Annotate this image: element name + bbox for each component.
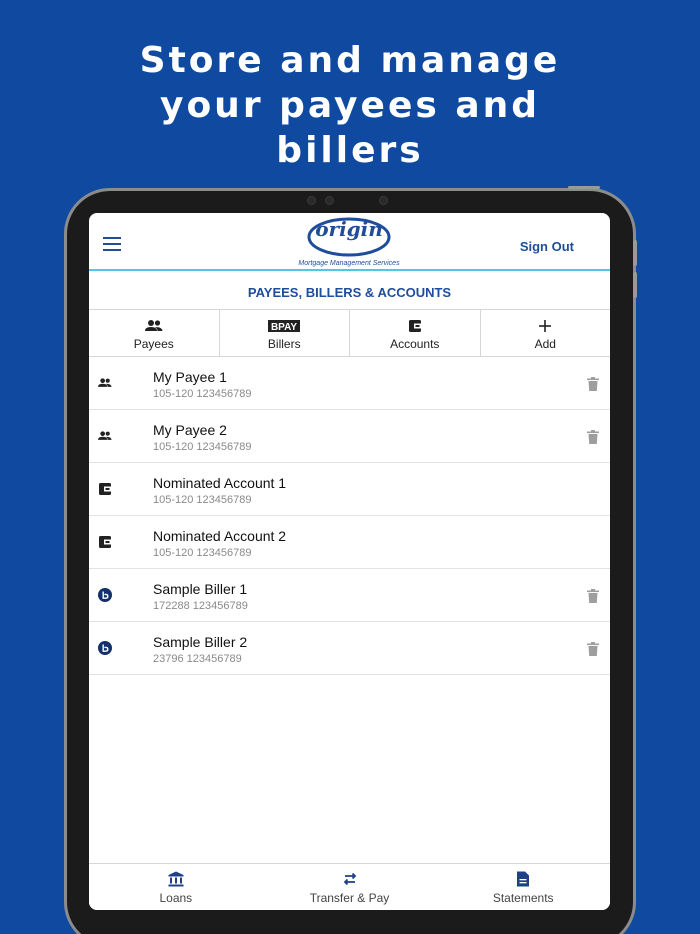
hamburger-menu-icon[interactable]	[103, 236, 123, 252]
tab-add[interactable]: Add	[481, 310, 611, 356]
volume-button-lower	[633, 272, 637, 298]
tab-billers-label: Billers	[267, 337, 301, 351]
trash-icon[interactable]	[587, 430, 599, 444]
tab-bar: Payees BPAY Billers Accounts Add	[89, 309, 610, 357]
headline-line-3: billers	[276, 130, 424, 171]
bank-icon	[168, 871, 184, 887]
headline-line-1: Store and manage	[139, 40, 561, 81]
list-item-name: Nominated Account 2	[153, 528, 287, 544]
list-item-detail: 172288 123456789	[153, 600, 248, 612]
trash-icon[interactable]	[587, 377, 599, 391]
document-icon	[517, 871, 530, 887]
bpay-icon-text: BPAY	[271, 322, 297, 333]
list-item[interactable]: Sample Biller 2 23796 123456789	[89, 622, 610, 675]
tab-payees-label: Payees	[133, 337, 174, 351]
trash-icon[interactable]	[587, 642, 599, 656]
nav-transfer-pay[interactable]: Transfer & Pay	[263, 864, 437, 910]
list-item[interactable]: My Payee 1 105-120 123456789	[89, 357, 610, 410]
headline-line-2: your payees and	[159, 85, 541, 126]
list-item[interactable]: Nominated Account 1 105-120 123456789	[89, 463, 610, 516]
bpay-icon: BPAY	[268, 320, 301, 333]
logo-subtitle: Mortgage Management Services	[298, 260, 400, 267]
list-item-detail: 105-120 123456789	[153, 494, 252, 506]
front-camera	[307, 193, 393, 207]
list-item-name: My Payee 2	[153, 422, 227, 438]
origin-logo: origin Mortgage Management Services	[294, 215, 404, 271]
list-item-name: Sample Biller 1	[153, 581, 248, 597]
nav-statements[interactable]: Statements	[436, 864, 610, 910]
payee-list: My Payee 1 105-120 123456789 My Payee 2 …	[89, 357, 610, 675]
wallet-icon	[99, 483, 111, 495]
trash-icon[interactable]	[587, 589, 599, 603]
page-title: PAYEES, BILLERS & ACCOUNTS	[247, 285, 452, 300]
people-icon	[98, 431, 112, 440]
nav-statements-label: Statements	[492, 891, 554, 905]
tab-payees[interactable]: Payees	[89, 310, 220, 356]
nav-transfer-pay-label: Transfer & Pay	[309, 891, 390, 905]
bottom-nav: Loans Transfer & Pay Statements	[89, 863, 610, 910]
nav-loans-label: Loans	[159, 891, 193, 905]
volume-button	[633, 240, 637, 266]
tab-accounts[interactable]: Accounts	[350, 310, 481, 356]
tab-add-label: Add	[534, 337, 556, 351]
sign-out-button[interactable]: Sign Out	[520, 239, 574, 254]
people-icon	[144, 320, 163, 331]
bpay-circle-icon	[98, 641, 112, 655]
tab-billers[interactable]: BPAY Billers	[220, 310, 350, 356]
power-button	[568, 186, 600, 189]
app-screen: origin Mortgage Management Services Sign…	[89, 213, 610, 910]
wallet-icon	[99, 536, 111, 548]
promo-headline: Store and manage your payees and billers	[0, 38, 700, 173]
list-item-name: Nominated Account 1	[153, 475, 287, 491]
list-item-detail: 23796 123456789	[153, 653, 242, 665]
list-item[interactable]: Nominated Account 2 105-120 123456789	[89, 516, 610, 569]
plus-icon	[539, 320, 552, 332]
list-item-name: My Payee 1	[153, 369, 227, 385]
logo-text: origin	[315, 217, 383, 241]
bpay-circle-icon	[98, 588, 112, 602]
list-item-detail: 105-120 123456789	[153, 547, 252, 559]
list-item-detail: 105-120 123456789	[153, 441, 252, 453]
list-item-name: Sample Biller 2	[153, 634, 248, 650]
list-item[interactable]: Sample Biller 1 172288 123456789	[89, 569, 610, 622]
list-item[interactable]: My Payee 2 105-120 123456789	[89, 410, 610, 463]
list-item-detail: 105-120 123456789	[153, 388, 252, 400]
nav-loans[interactable]: Loans	[89, 864, 263, 910]
wallet-icon	[408, 320, 421, 332]
transfer-icon	[343, 872, 356, 886]
people-icon	[98, 378, 112, 387]
app-header: origin Mortgage Management Services Sign…	[89, 213, 610, 271]
tab-accounts-label: Accounts	[390, 337, 440, 351]
